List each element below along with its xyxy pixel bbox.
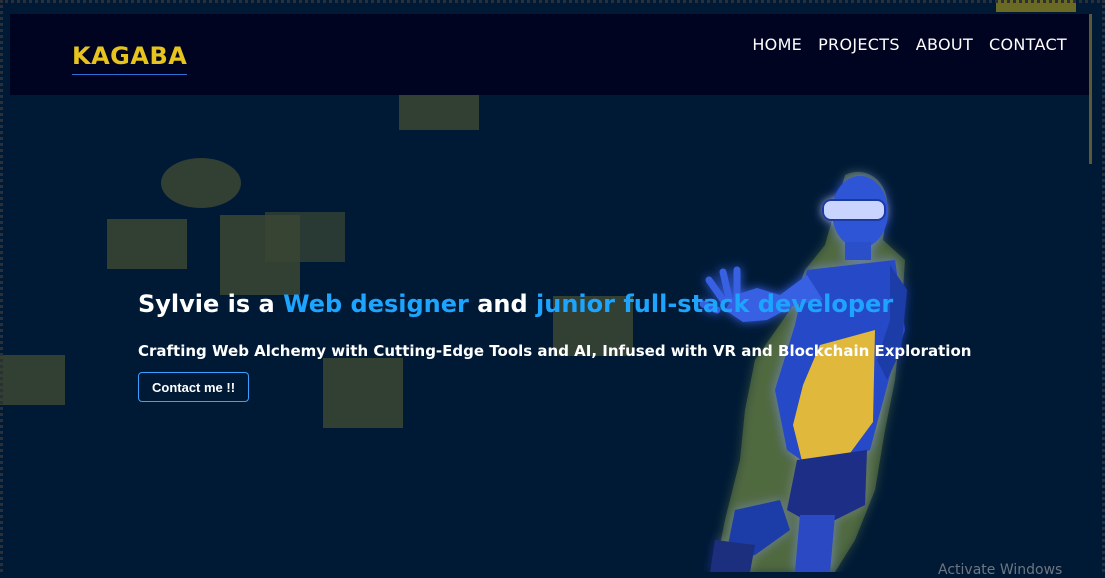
nav-home[interactable]: HOME (752, 35, 802, 54)
corner-tab (996, 0, 1076, 12)
hero-title-prefix: Sylvie is a (138, 290, 284, 318)
deco-square (323, 358, 403, 428)
hero-subtitle: Crafting Web Alchemy with Cutting-Edge T… (138, 342, 972, 360)
scrollbar[interactable] (1089, 14, 1092, 164)
deco-oval (161, 158, 241, 208)
activate-windows-watermark: Activate Windows (938, 562, 1063, 578)
nav-about[interactable]: ABOUT (916, 35, 973, 54)
deco-square (0, 355, 65, 405)
nav-projects[interactable]: PROJECTS (818, 35, 900, 54)
hero-title-and: and (468, 290, 537, 318)
hero-role-web-designer: Web designer (283, 290, 469, 318)
site-logo[interactable]: KAGABA (72, 42, 188, 75)
main-nav: HOME PROJECTS ABOUT CONTACT (752, 35, 1067, 54)
contact-me-button[interactable]: Contact me !! (138, 372, 250, 402)
hero-role-developer: junior full-stack developer (536, 290, 894, 318)
deco-square (399, 95, 479, 130)
nav-contact[interactable]: CONTACT (989, 35, 1067, 54)
deco-square (265, 212, 345, 262)
deco-square (107, 219, 187, 269)
hero-title: Sylvie is a Web designer and junior full… (138, 290, 893, 318)
hero-person-image (699, 171, 907, 572)
